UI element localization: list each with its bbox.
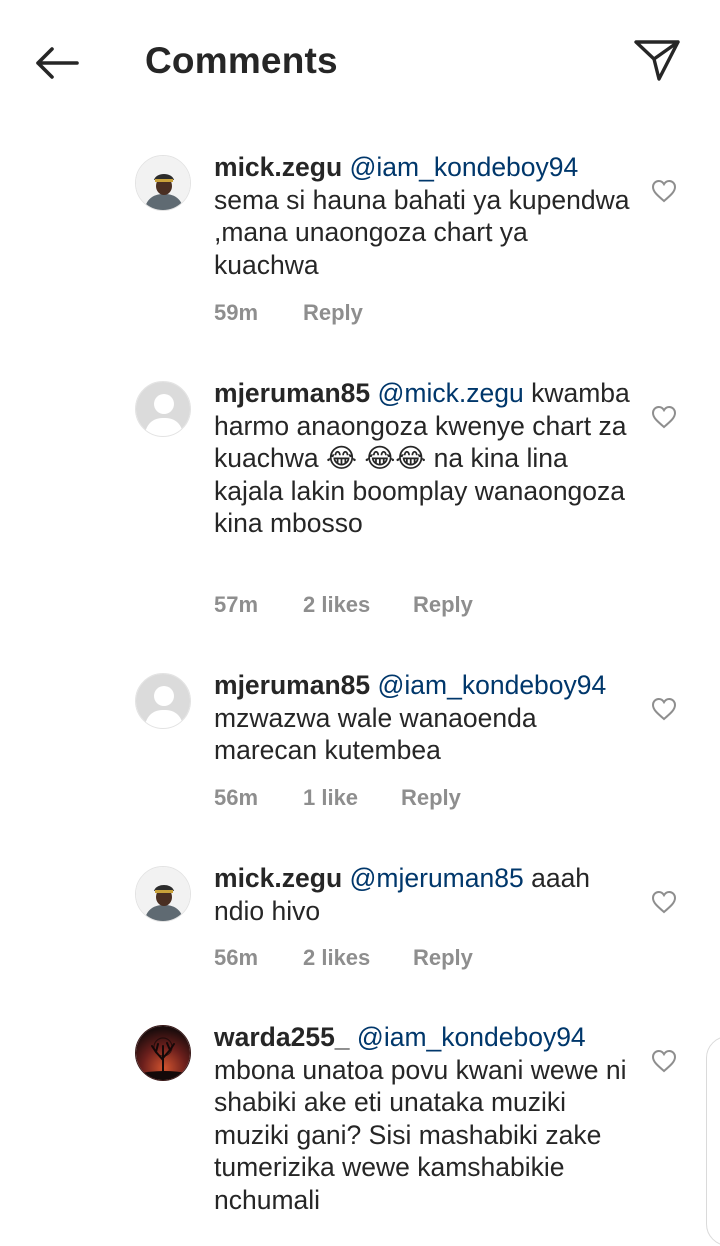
edge-overlay-card (706, 1036, 720, 1246)
like-button[interactable] (648, 401, 680, 433)
heart-icon (651, 697, 677, 721)
heart-icon (651, 1049, 677, 1073)
comment-content: mbona unatoa povu kwani wewe ni shabiki … (214, 1054, 627, 1215)
like-button[interactable] (648, 886, 680, 918)
comment-text: mjeruman85 @mick.zegu kwamba harmo anaon… (214, 377, 634, 540)
user-photo-icon (136, 867, 190, 921)
comment-meta: 56m 2 likes Reply (214, 945, 473, 971)
comment-text: warda255_ @iam_kondeboy94 mbona unatoa p… (214, 1021, 634, 1216)
like-button[interactable] (648, 175, 680, 207)
reply-button[interactable]: Reply (401, 785, 461, 811)
default-avatar-icon (136, 674, 190, 728)
comment-text: mjeruman85 @iam_kondeboy94 mzwazwa wale … (214, 669, 634, 767)
heart-icon (651, 890, 677, 914)
likes-count[interactable]: 2 likes (303, 592, 413, 618)
like-button[interactable] (648, 693, 680, 725)
comment-username[interactable]: mjeruman85 (214, 378, 370, 408)
user-photo-icon (136, 156, 190, 210)
heart-icon (651, 179, 677, 203)
tree-sunset-photo-icon (136, 1026, 190, 1080)
reply-button[interactable]: Reply (303, 300, 363, 326)
likes-count[interactable]: 1 like (303, 785, 401, 811)
comment-mention[interactable]: @iam_kondeboy94 (350, 152, 579, 182)
comment-meta: 56m 1 like Reply (214, 785, 461, 811)
avatar[interactable] (135, 866, 191, 922)
comment-time: 56m (214, 945, 259, 970)
comment-time: 57m (214, 592, 259, 617)
comment-meta: 57m 2 likes Reply (214, 592, 473, 618)
comment-content: mzwazwa wale wanaoenda marecan kutembea (214, 702, 537, 766)
reply-button[interactable]: Reply (413, 945, 473, 971)
comment-list: mick.zegu @iam_kondeboy94 sema si hauna … (0, 0, 720, 1240)
comment-text: mick.zegu @mjeruman85 aaah ndio hivo (214, 862, 634, 927)
comment-time: 56m (214, 785, 259, 810)
reply-button[interactable]: Reply (413, 592, 473, 618)
avatar[interactable] (135, 673, 191, 729)
heart-icon (651, 405, 677, 429)
comment-mention[interactable]: @mjeruman85 (350, 863, 524, 893)
comment-username[interactable]: warda255_ (214, 1022, 350, 1052)
comment-username[interactable]: mick.zegu (214, 863, 342, 893)
comment-mention[interactable]: @iam_kondeboy94 (357, 1022, 586, 1052)
laughing-emoji: 😂 (325, 443, 357, 473)
default-avatar-icon (136, 382, 190, 436)
like-button[interactable] (648, 1045, 680, 1077)
comment-username[interactable]: mick.zegu (214, 152, 342, 182)
avatar[interactable] (135, 155, 191, 211)
comment-mention[interactable]: @iam_kondeboy94 (378, 670, 607, 700)
comment-time: 59m (214, 300, 259, 325)
avatar[interactable] (135, 1025, 191, 1081)
likes-count[interactable]: 2 likes (303, 945, 413, 971)
comment-content: sema si hauna bahati ya kupendwa ,mana u… (214, 184, 630, 280)
comment-username[interactable]: mjeruman85 (214, 670, 370, 700)
avatar[interactable] (135, 381, 191, 437)
comment-mention[interactable]: @mick.zegu (378, 378, 524, 408)
comment-text: mick.zegu @iam_kondeboy94 sema si hauna … (214, 151, 634, 281)
comment-meta: 59m Reply (214, 300, 363, 326)
laughing-emoji: 😂😂 (364, 443, 427, 473)
